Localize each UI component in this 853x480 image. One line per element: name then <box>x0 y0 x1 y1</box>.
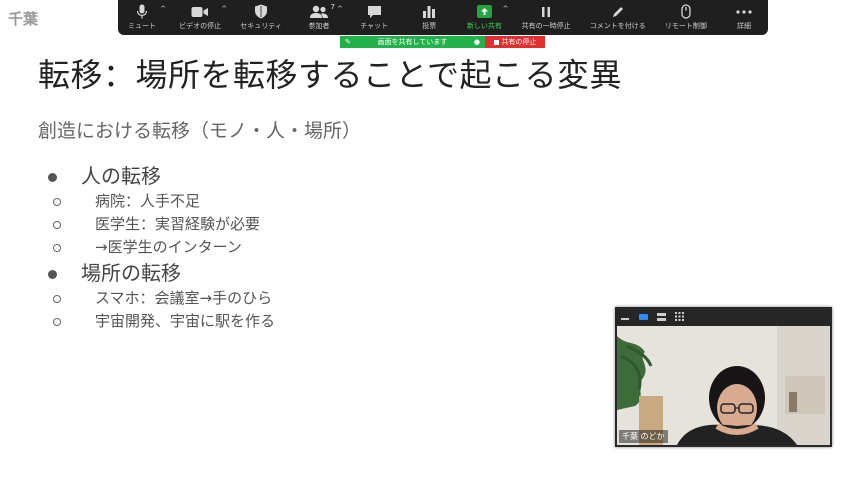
stop-video-label: ビデオの停止 <box>179 22 222 30</box>
annotate-button[interactable]: コメントを付ける <box>590 3 646 31</box>
pause-share-button[interactable]: 共有の一時停止 <box>522 3 571 31</box>
more-label: 詳細 <box>737 22 751 30</box>
sub-bullet-item: スマホ：会議室→手のひら <box>51 287 275 310</box>
bullet-item: 人の転移 <box>44 162 275 190</box>
shield-icon <box>254 3 268 20</box>
minimize-icon[interactable] <box>619 311 631 323</box>
sharing-status-text: 画面を共有しています <box>377 38 448 46</box>
share-screen-icon-wrap <box>476 3 492 20</box>
remote-control-icon <box>681 3 691 20</box>
participants-button[interactable]: 7 ^ 参加者 <box>301 3 344 31</box>
meeting-toolbar: ^ ミュート ^ ビデオの停止 セキュリティ 7 ^ 参加者 チャット 投票 ^… <box>118 0 768 35</box>
more-button[interactable]: 詳細 <box>726 3 762 31</box>
bullet-group: 場所の転移 スマホ：会議室→手のひら 宇宙開発、宇宙に駅を作る <box>44 259 275 333</box>
shield-check-icon: ● <box>473 38 480 46</box>
annotate-pen-icon <box>611 3 625 20</box>
slide-subtitle: 創造における転移（モノ・人・場所） <box>38 120 362 142</box>
bullet-item: 場所の転移 <box>44 259 275 287</box>
share-screen-icon <box>476 5 492 18</box>
security-label: セキュリティ <box>240 22 282 30</box>
new-share-button[interactable]: ^ 新しい共有 <box>466 3 508 31</box>
mute-button[interactable]: ^ ミュート <box>124 3 166 31</box>
participant-video-image <box>617 326 830 445</box>
gallery-view-icon[interactable] <box>673 311 685 323</box>
sub-bullet-list: スマホ：会議室→手のひら 宇宙開発、宇宙に駅を作る <box>44 287 275 333</box>
chevron-up-icon[interactable]: ^ <box>160 5 166 13</box>
chevron-up-icon[interactable]: ^ <box>503 5 509 13</box>
security-button[interactable]: セキュリティ <box>240 3 282 31</box>
pause-icon <box>541 3 551 20</box>
sub-bullet-item: 医学生：実習経験が必要 <box>51 213 275 236</box>
participant-name-label: 千葉 のどか <box>619 430 668 443</box>
sharing-status[interactable]: ✎ 画面を共有しています ● <box>340 36 485 48</box>
video-camera-icon <box>191 3 209 20</box>
participant-count-badge: 7 <box>330 3 336 11</box>
poll-button[interactable]: 投票 <box>411 3 447 31</box>
microphone-icon <box>136 3 148 20</box>
pin-icon: ✎ <box>345 38 351 46</box>
video-panel-header <box>615 307 832 326</box>
remote-control-button[interactable]: リモート制御 <box>665 3 707 31</box>
annotate-label: コメントを付ける <box>589 22 646 30</box>
chat-button[interactable]: チャット <box>356 3 392 31</box>
poll-label: 投票 <box>422 22 437 30</box>
slide-title: 転移：場所を転移することで起こる変異 <box>38 56 623 94</box>
video-panel[interactable]: 千葉 のどか <box>615 307 832 447</box>
chevron-up-icon[interactable]: ^ <box>337 5 343 13</box>
stop-video-button[interactable]: ^ ビデオの停止 <box>179 3 227 31</box>
stop-share-label: 共有の停止 <box>501 38 537 46</box>
mute-label: ミュート <box>128 22 156 30</box>
stop-icon <box>493 39 499 45</box>
participants-icon <box>309 3 329 20</box>
pause-share-label: 共有の一時停止 <box>521 22 571 30</box>
sub-bullet-item: 宇宙開発、宇宙に駅を作る <box>51 310 275 333</box>
speaker-view-icon[interactable] <box>637 311 649 323</box>
poll-icon <box>422 3 436 20</box>
strip-view-icon[interactable] <box>655 311 667 323</box>
participants-label: 参加者 <box>308 22 330 30</box>
new-share-label: 新しい共有 <box>466 22 502 30</box>
remote-control-label: リモート制御 <box>664 22 707 30</box>
bullet-group: 人の転移 病院：人手不足 医学生：実習経験が必要 →医学生のインターン <box>44 162 275 259</box>
more-icon <box>736 3 752 20</box>
sub-bullet-item: →医学生のインターン <box>51 236 275 259</box>
screen-owner-label: 千葉 <box>8 10 39 28</box>
stop-share-button[interactable]: 共有の停止 <box>485 36 545 48</box>
slide-bullet-list: 人の転移 病院：人手不足 医学生：実習経験が必要 →医学生のインターン 場所の転… <box>44 162 275 333</box>
chevron-up-icon[interactable]: ^ <box>221 5 227 13</box>
participant-video: 千葉 のどか <box>617 326 830 445</box>
sub-bullet-list: 病院：人手不足 医学生：実習経験が必要 →医学生のインターン <box>44 190 275 259</box>
chat-icon <box>367 3 382 20</box>
sharing-banner: ✎ 画面を共有しています ● 共有の停止 <box>340 36 545 48</box>
chat-label: チャット <box>360 22 389 30</box>
sub-bullet-item: 病院：人手不足 <box>51 190 275 213</box>
